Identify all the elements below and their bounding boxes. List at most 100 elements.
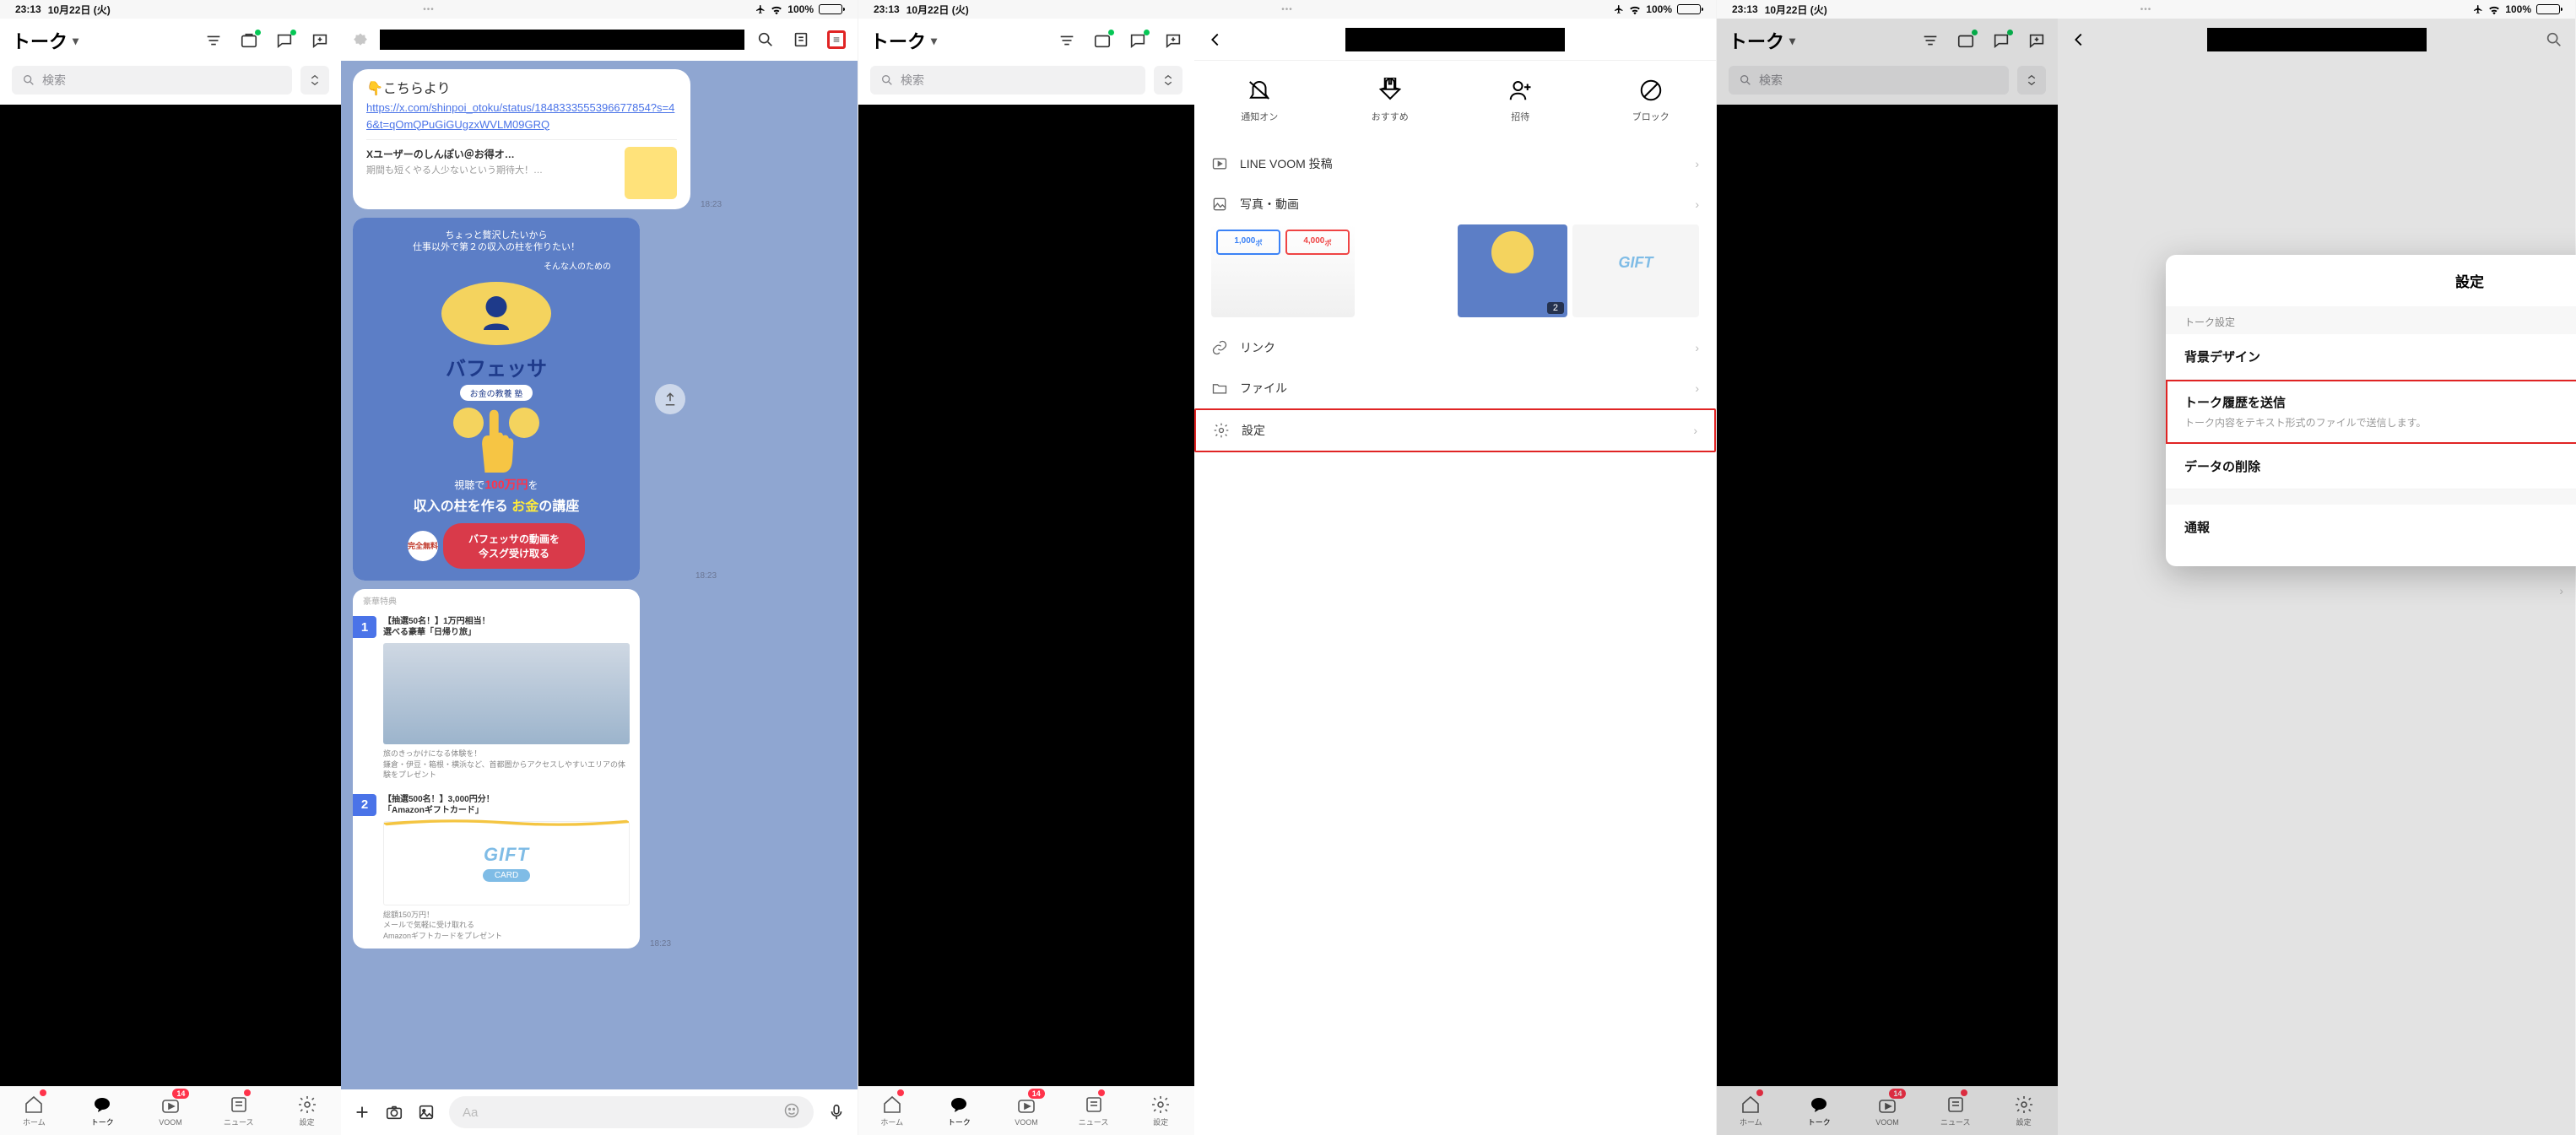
tab-settings[interactable]: 設定 [1127,1087,1194,1135]
tab-voom[interactable]: 14VOOM [1854,1087,1922,1135]
airplane-icon [2473,4,2483,14]
tab-voom[interactable]: 14VOOM [137,1087,205,1135]
ad-logo-circle [441,282,551,345]
tab-home[interactable]: ホーム [1717,1087,1785,1135]
modal-row-delete-data[interactable]: データの削除 › [2166,444,2576,489]
mic-icon[interactable] [827,1103,846,1121]
tab-settings[interactable]: 設定 [273,1087,341,1135]
modal-row-report[interactable]: 通報 [2166,505,2576,549]
message-bubble: 👇こちらより https://x.com/shinpoi_otoku/statu… [353,69,690,209]
action-recommend[interactable]: おすすめ [1325,78,1456,123]
new-chat-icon[interactable] [2027,31,2046,50]
thumbnail[interactable]: GIFT [1572,224,1699,317]
emoji-icon[interactable] [783,1102,800,1122]
sidebar-title[interactable]: トーク▾ [870,27,937,54]
chevron-right-icon: › [1695,381,1699,395]
tab-news[interactable]: ニュース [1921,1087,1989,1135]
notes-icon[interactable] [792,30,810,49]
hamburger-menu-icon[interactable] [827,30,846,49]
chevron-right-icon: › [1695,157,1699,170]
share-icon[interactable] [655,384,685,414]
sidebar-header: トーク▾ [858,19,1194,61]
menu-header [1194,19,1716,61]
chat-bubble-icon[interactable] [1128,31,1147,50]
search-placeholder: 検索 [42,72,66,89]
sidebar-title[interactable]: トーク▾ [1729,27,1795,54]
ad-cta-button[interactable]: バフェッサの動画を 今スグ受け取る [443,523,585,569]
tab-talk[interactable]: トーク [68,1087,137,1135]
thumbnail[interactable]: 1,000ポ 4,000ポ [1211,224,1355,317]
tab-home[interactable]: ホーム [858,1087,926,1135]
chat-bubble-icon[interactable] [1992,31,2010,50]
thumbnail[interactable]: 2 [1458,224,1567,317]
filter-icon[interactable] [1921,31,1940,50]
gallery-icon[interactable] [417,1103,436,1121]
menu-title-redacted [1345,28,1565,51]
chat-scroll-area[interactable]: 👇こちらより https://x.com/shinpoi_otoku/statu… [341,61,858,1089]
action-block[interactable]: ブロック [1586,78,1717,123]
tab-talk[interactable]: トーク [1785,1087,1854,1135]
photo-thumbnail-strip[interactable]: 1,000ポ 4,000ポ 2 GIFT [1194,224,1716,327]
folder-icon[interactable] [240,31,258,50]
status-bar: 23:1310月22日 (火) ••• 100% [858,0,1716,19]
sidebar-header: トーク▾ [1717,19,2058,61]
search-icon[interactable] [2545,30,2563,49]
modal-section-label: トーク設定 [2166,306,2576,334]
tab-talk[interactable]: トーク [926,1087,993,1135]
back-icon[interactable] [2070,30,2088,49]
menu-row-files[interactable]: ファイル › [1194,368,1716,408]
back-icon[interactable] [1206,30,1225,49]
point-down-icon: 👇こちらより [366,82,451,96]
message-input[interactable]: Aa [449,1096,814,1128]
modal-row-background[interactable]: 背景デザイン › [2166,334,2576,380]
plus-icon[interactable] [353,1103,371,1121]
chevron-right-icon: › [1693,424,1697,437]
search-icon[interactable] [756,30,775,49]
prize-card[interactable]: 豪華特典 1 【抽選50名！】1万円相当！ 選べる豪華「日帰り旅」 旅のきっかけ… [353,589,640,949]
search-input[interactable]: 検索 [12,66,292,95]
chat-bubble-icon[interactable] [275,31,294,50]
tab-voom[interactable]: 14VOOM [993,1087,1060,1135]
status-bar: 23:13 10月22日 (火) ••• 100% [0,0,858,19]
collapse-button[interactable] [2017,66,2046,95]
ad-card[interactable]: ちょっと贅沢したいから 仕事以外で第２の収入の柱を作りたい！ そんな人のための … [353,218,640,581]
chat-list[interactable] [0,105,341,1086]
action-notify[interactable]: 通知オン [1194,78,1325,123]
folder-icon[interactable] [1956,31,1975,50]
filter-icon[interactable] [1058,31,1076,50]
modal-row-send-history[interactable]: トーク履歴を送信 トーク内容をテキスト形式のファイルで送信します。 [2166,380,2576,444]
tab-news[interactable]: ニュース [204,1087,273,1135]
message-link[interactable]: https://x.com/shinpoi_otoku/status/18483… [366,101,674,131]
sidebar-header: トーク ▾ [0,19,341,61]
new-chat-icon[interactable] [311,31,329,50]
status-date: 10月22日 (火) [48,3,111,17]
filter-icon[interactable] [204,31,223,50]
search-input[interactable]: 検索 [870,66,1145,95]
tab-news[interactable]: ニュース [1060,1087,1128,1135]
airplane-icon [1614,4,1624,14]
menu-row-settings[interactable]: 設定 › [1194,408,1716,452]
camera-icon[interactable] [385,1103,403,1121]
new-chat-icon[interactable] [1164,31,1182,50]
modal-title: 設定 [2455,270,2484,291]
menu-header [2058,19,2575,61]
menu-row-photos[interactable]: 写真・動画 › [1194,184,1716,224]
search-input[interactable]: 検索 [1729,66,2009,95]
chat-list[interactable] [1717,105,2058,1086]
tab-settings[interactable]: 設定 [1989,1087,2058,1135]
action-invite[interactable]: 招待 [1455,78,1586,123]
folder-icon[interactable] [1093,31,1112,50]
collapse-button[interactable] [300,66,329,95]
chat-list[interactable] [858,105,1194,1086]
wifi-icon [1629,5,1641,14]
sidebar-title[interactable]: トーク ▾ [12,27,78,54]
menu-row-links[interactable]: リンク › [1194,327,1716,368]
thumbnail[interactable] [1360,224,1453,317]
menu-row-voom[interactable]: LINE VOOM 投稿 › [1194,143,1716,184]
battery-icon [1677,4,1701,14]
collapse-button[interactable] [1154,66,1182,95]
link-preview-card[interactable]: Xユーザーのしんぽい＠お得オ… 期間も短くやる人少ないという期待大！… [366,139,677,199]
tab-home[interactable]: ホーム [0,1087,68,1135]
official-badge-icon [353,32,368,47]
battery-icon [819,4,842,14]
